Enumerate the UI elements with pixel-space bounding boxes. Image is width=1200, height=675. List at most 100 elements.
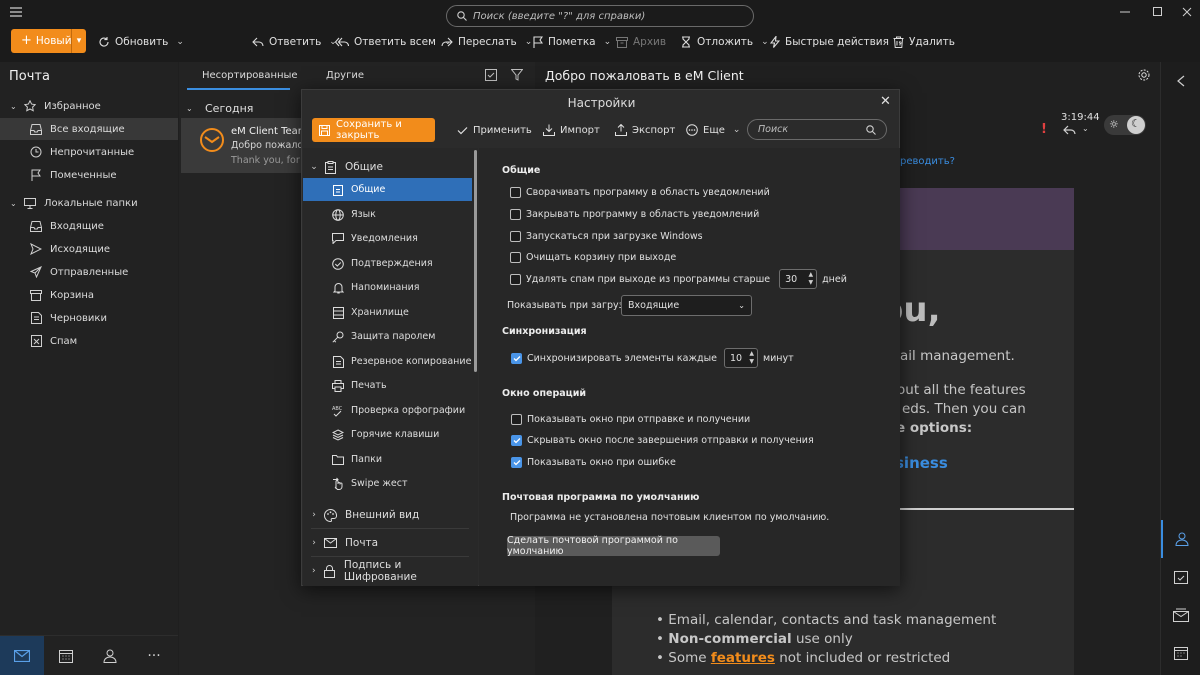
- delete-spam-checkbox[interactable]: [510, 273, 521, 285]
- spam-days-stepper[interactable]: 30 ▲ ▼: [779, 269, 818, 289]
- email-plan-link[interactable]: siness: [895, 454, 948, 472]
- filter-icon[interactable]: [511, 69, 523, 81]
- forward-button[interactable]: Переслать ⌄: [441, 28, 532, 56]
- tree-item-language[interactable]: Язык: [303, 203, 472, 226]
- chevron-up-icon[interactable]: ▲: [808, 271, 813, 279]
- more-modules-icon[interactable]: ···: [132, 636, 176, 675]
- reply-button[interactable]: Ответить ⌄: [252, 28, 337, 56]
- calendar-module-button[interactable]: [44, 636, 88, 675]
- tab-other[interactable]: Другие: [326, 70, 364, 81]
- calendar-icon: [1174, 646, 1188, 660]
- tasks-button[interactable]: [1161, 558, 1200, 596]
- chevron-down-icon[interactable]: ⌄: [1082, 124, 1089, 133]
- save-and-close-button[interactable]: Сохранить и закрыть: [312, 118, 435, 142]
- show-window-send-receive-checkbox[interactable]: Показывать окно при отправке и получении: [511, 414, 750, 425]
- agenda-button[interactable]: [1161, 634, 1200, 672]
- export-button[interactable]: Экспорт: [615, 120, 675, 140]
- tree-scrollbar[interactable]: [474, 150, 477, 372]
- sidebar-item-outbox[interactable]: Исходящие: [0, 238, 178, 260]
- features-link[interactable]: features: [711, 650, 775, 666]
- run-at-startup-checkbox[interactable]: Запускаться при загрузке Windows: [510, 231, 703, 242]
- global-search-input[interactable]: Поиск (введите "?" для справки): [446, 5, 754, 27]
- settings-content: Общие Сворачивать программу в область ув…: [479, 148, 900, 586]
- tree-item-folders[interactable]: Папки: [303, 448, 472, 471]
- tree-group-mail[interactable]: › Почта: [303, 532, 473, 554]
- import-button[interactable]: Импорт: [543, 120, 600, 140]
- minimize-to-tray-checkbox[interactable]: Сворачивать программу в область уведомле…: [510, 187, 770, 198]
- message-time: 3:19:44: [1061, 112, 1100, 123]
- apply-button[interactable]: Применить: [457, 120, 532, 140]
- chevron-down-icon[interactable]: ▼: [808, 279, 813, 287]
- hamburger-menu-icon[interactable]: [10, 7, 22, 17]
- translate-link[interactable]: реводить?: [900, 156, 955, 167]
- sidebar-item-flagged[interactable]: Помеченные: [0, 164, 178, 186]
- chevron-down-icon[interactable]: ▼: [749, 358, 754, 366]
- chevron-up-icon[interactable]: ▲: [749, 350, 754, 358]
- flag-button[interactable]: Пометка ⌄: [533, 28, 611, 56]
- list-item[interactable]: eM Client Team Добро пожалова Thank you,…: [181, 118, 315, 173]
- tree-group-appearance[interactable]: › Внешний вид: [303, 504, 473, 526]
- close-icon[interactable]: ✕: [880, 94, 891, 109]
- hide-window-after-checkbox[interactable]: Скрывать окно после завершения отправки …: [511, 435, 814, 446]
- snooze-button[interactable]: Отложить ⌄: [680, 28, 769, 56]
- tree-item-print[interactable]: Печать: [303, 374, 472, 397]
- sidebar-item-unread[interactable]: Непрочитанные: [0, 141, 178, 163]
- theme-toggle[interactable]: ☼ ☾: [1104, 115, 1146, 135]
- delete-button[interactable]: Удалить: [893, 28, 955, 56]
- tab-unsorted[interactable]: Несортированные: [202, 70, 298, 81]
- quick-actions-button[interactable]: Быстрые действия ⌄: [770, 28, 904, 56]
- option-label: Закрывать программу в область уведомлени…: [526, 209, 760, 220]
- sync-checkbox[interactable]: [511, 352, 522, 364]
- reply-icon[interactable]: [1063, 125, 1077, 135]
- new-button[interactable]: + Новый ▾: [11, 29, 86, 53]
- tree-item-backup[interactable]: Резервное копирование: [303, 350, 472, 373]
- new-dropdown-chevron-icon[interactable]: ▾: [71, 29, 86, 53]
- reply-all-button[interactable]: Ответить всем ⌄: [335, 28, 452, 56]
- tree-item-password[interactable]: Защита паролем: [303, 325, 472, 348]
- favorites-group[interactable]: ⌄ Избранное: [0, 95, 178, 117]
- tree-item-swipe[interactable]: Swipe жест: [303, 472, 472, 495]
- tree-item-notifications[interactable]: Уведомления: [303, 227, 472, 250]
- mail-module-button[interactable]: [0, 636, 44, 675]
- sun-icon: ☼: [1109, 118, 1119, 131]
- checkbox-box: [510, 252, 521, 263]
- empty-trash-checkbox[interactable]: Очищать корзину при выходе: [510, 252, 676, 263]
- maximize-window-icon[interactable]: [1153, 7, 1163, 17]
- contacts-module-button[interactable]: [88, 636, 132, 675]
- local-folders-group[interactable]: ⌄ Локальные папки: [0, 192, 178, 214]
- tree-group-signature-encryption[interactable]: › Подпись и Шифрование: [303, 559, 473, 583]
- select-all-icon[interactable]: [485, 69, 497, 81]
- sidebar-item-inbox[interactable]: Входящие: [0, 215, 178, 237]
- stepper-value: 10: [729, 352, 743, 364]
- sidebar-item-spam[interactable]: Спам: [0, 330, 178, 352]
- settings-gear-icon[interactable]: [1137, 68, 1151, 82]
- tree-item-confirmations[interactable]: Подтверждения: [303, 252, 472, 275]
- sidebar-item-trash[interactable]: Корзина: [0, 284, 178, 306]
- tree-group-general[interactable]: ⌄ Общие: [303, 156, 473, 178]
- close-to-tray-checkbox[interactable]: Закрывать программу в область уведомлени…: [510, 209, 759, 220]
- tree-item-reminders[interactable]: Напоминания: [303, 276, 472, 299]
- close-window-icon[interactable]: [1182, 7, 1192, 17]
- sidebar-item-label: Непрочитанные: [50, 146, 135, 158]
- chevron-down-icon: ⌄: [738, 301, 745, 310]
- tree-item-spellcheck[interactable]: ABC Проверка орфографии: [303, 399, 472, 422]
- set-default-client-button[interactable]: Сделать почтовой программой по умолчанию: [507, 535, 720, 557]
- mail-compose-button[interactable]: [1161, 596, 1200, 634]
- tree-item-hotkeys[interactable]: Горячие клавиши: [303, 423, 472, 446]
- tree-item-storage[interactable]: Хранилище: [303, 301, 472, 324]
- sidebar-item-all-inbox[interactable]: Все входящие: [0, 118, 178, 140]
- minimize-window-icon[interactable]: [1120, 7, 1130, 17]
- show-window-on-error-checkbox[interactable]: Показывать окно при ошибке: [511, 457, 676, 468]
- refresh-button[interactable]: Обновить ⌄: [98, 28, 184, 56]
- show-on-load-select[interactable]: Входящие ⌄: [621, 295, 752, 316]
- sidebar-item-drafts[interactable]: Черновики: [0, 307, 178, 329]
- reply-all-label: Ответить всем: [354, 36, 436, 48]
- collapse-rail-button[interactable]: [1161, 62, 1200, 100]
- more-button[interactable]: Еще ⌄: [686, 120, 740, 140]
- sync-minutes-stepper[interactable]: 10 ▲ ▼: [723, 348, 758, 368]
- settings-search-input[interactable]: Поиск: [747, 119, 887, 140]
- tree-item-general[interactable]: Общие: [303, 178, 472, 201]
- sidebar-item-sent[interactable]: Отправленные: [0, 261, 178, 283]
- contact-details-button[interactable]: [1161, 520, 1200, 558]
- archive-button[interactable]: Архив: [616, 28, 666, 56]
